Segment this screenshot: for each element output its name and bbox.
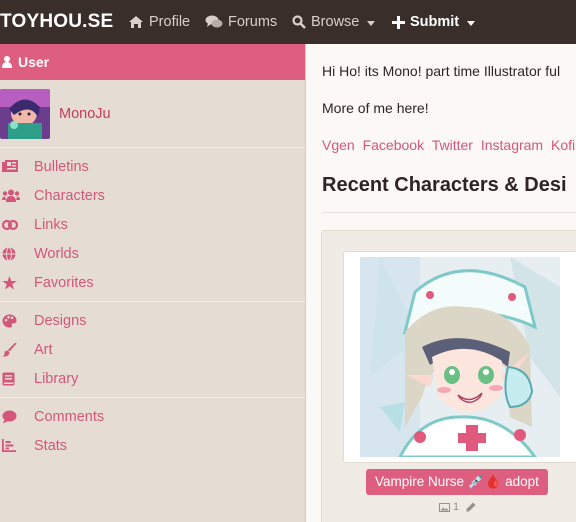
- sidebar-item-worlds[interactable]: Worlds: [0, 239, 305, 268]
- chevron-down-icon: [367, 20, 376, 26]
- sidebar-item-comments[interactable]: Comments: [0, 402, 305, 431]
- sidebar: User MonoJu Bulletins Characters Links W…: [0, 44, 306, 522]
- profile-bio: Hi Ho! its Mono! part time Illustrator f…: [322, 63, 561, 79]
- pencil-icon[interactable]: [466, 502, 476, 512]
- users-icon: [2, 189, 20, 202]
- nav-browse-label: Browse: [311, 14, 360, 30]
- sidebar-menu-art: Designs Art Library: [0, 306, 305, 393]
- newspaper-icon: [2, 160, 18, 172]
- link-facebook[interactable]: Facebook: [363, 137, 424, 153]
- chevron-down-icon: [467, 20, 476, 26]
- comment-icon: [2, 410, 17, 423]
- user-icon: [2, 56, 12, 68]
- link-vgen[interactable]: Vgen: [322, 137, 355, 153]
- sidebar-item-designs[interactable]: Designs: [0, 306, 305, 335]
- nav-browse-dropdown[interactable]: Browse: [292, 14, 376, 30]
- link-kofi[interactable]: Kofi: [551, 137, 575, 153]
- palette-icon: [2, 314, 17, 327]
- sidebar-menu-main: Bulletins Characters Links Worlds Favori…: [0, 152, 305, 297]
- brush-icon: [2, 342, 17, 357]
- sidebar-header: User: [0, 44, 305, 80]
- comments-icon: [205, 15, 223, 28]
- sidebar-menu-meta: Comments Stats: [0, 402, 305, 460]
- book-icon: [2, 372, 15, 385]
- star-icon: [2, 275, 17, 289]
- username-link[interactable]: MonoJu: [59, 106, 111, 122]
- nav-profile-link[interactable]: Profile: [128, 14, 190, 30]
- sidebar-item-art[interactable]: Art: [0, 335, 305, 364]
- sidebar-item-favorites[interactable]: Favorites: [0, 268, 305, 297]
- sidebar-item-label: Art: [34, 341, 53, 358]
- character-image: [360, 257, 560, 457]
- social-links: Vgen Facebook Twitter Instagram Kofi: [322, 137, 576, 153]
- sidebar-item-characters[interactable]: Characters: [0, 181, 305, 210]
- sidebar-item-label: Library: [34, 370, 79, 387]
- sidebar-divider: [0, 397, 305, 398]
- link-instagram[interactable]: Instagram: [481, 137, 543, 153]
- sidebar-item-label: Worlds: [34, 245, 79, 262]
- character-name-badge[interactable]: Vampire Nurse 💉🩸 adopt: [366, 469, 548, 495]
- home-icon: [129, 16, 143, 28]
- character-gallery-panel: Vampire Nurse 💉🩸 adopt 1: [321, 230, 576, 522]
- top-navbar: TOYHOU.SE Profile Forums Browse Submit: [0, 0, 576, 44]
- sidebar-item-library[interactable]: Library: [0, 364, 305, 393]
- sidebar-header-label: User: [18, 54, 50, 70]
- bar-chart-icon: [2, 439, 16, 452]
- globe-icon: [2, 246, 16, 261]
- character-meta: 1: [439, 501, 476, 513]
- sidebar-item-stats[interactable]: Stats: [0, 431, 305, 460]
- avatar[interactable]: [0, 88, 50, 139]
- main-content: Hi Ho! its Mono! part time Illustrator f…: [306, 44, 576, 522]
- nav-forums-link[interactable]: Forums: [205, 14, 277, 30]
- section-divider: [322, 212, 576, 213]
- user-profile-row[interactable]: MonoJu: [0, 80, 305, 148]
- search-icon: [292, 15, 306, 29]
- nav-profile-label: Profile: [149, 14, 191, 30]
- sidebar-item-label: Stats: [34, 437, 68, 454]
- site-logo[interactable]: TOYHOU.SE: [0, 11, 113, 33]
- image-count: 1: [453, 501, 460, 513]
- sidebar-item-links[interactable]: Links: [0, 210, 305, 239]
- sidebar-item-bulletins[interactable]: Bulletins: [0, 152, 305, 181]
- link-icon: [2, 219, 18, 230]
- image-icon: [439, 502, 450, 512]
- sidebar-divider: [0, 301, 305, 302]
- character-thumbnail[interactable]: [343, 251, 576, 463]
- nav-submit-label: Submit: [410, 14, 460, 30]
- sidebar-item-label: Favorites: [34, 274, 94, 291]
- nav-forums-label: Forums: [228, 14, 278, 30]
- sidebar-item-label: Links: [34, 216, 68, 233]
- link-twitter[interactable]: Twitter: [432, 137, 473, 153]
- sidebar-item-label: Comments: [34, 408, 105, 425]
- profile-more-text: More of me here!: [322, 100, 429, 116]
- sidebar-item-label: Characters: [34, 187, 105, 204]
- section-title: Recent Characters & Desi: [322, 174, 567, 196]
- sidebar-item-label: Designs: [34, 312, 87, 329]
- sidebar-item-label: Bulletins: [34, 158, 89, 175]
- nav-submit-dropdown[interactable]: Submit: [392, 14, 476, 30]
- plus-icon: [392, 15, 405, 29]
